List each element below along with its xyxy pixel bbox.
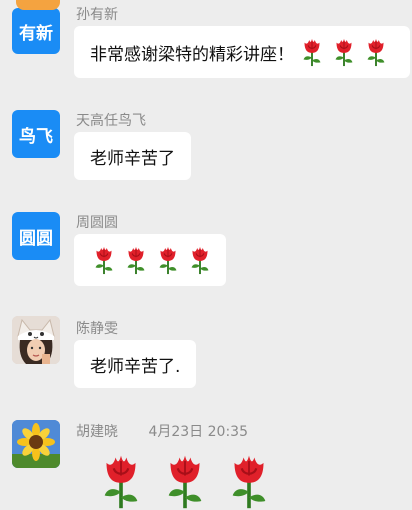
avatar[interactable]: 鸟飞 xyxy=(12,110,60,158)
rose-icon xyxy=(226,452,272,510)
rose-icon xyxy=(92,245,116,275)
sender-name: 孙有新 xyxy=(76,7,118,23)
message-bubble[interactable]: 老师辛苦了. xyxy=(74,340,197,388)
message-text: 老师辛苦了. xyxy=(90,356,181,377)
message-text: 非常感谢梁特的精彩讲座！ xyxy=(90,44,294,65)
rose-icon xyxy=(156,245,180,275)
rose-sticker-row xyxy=(92,245,212,275)
avatar[interactable] xyxy=(12,316,60,364)
rose-icon xyxy=(124,245,148,275)
avatar[interactable]: 圆圆 xyxy=(12,212,60,260)
avatar[interactable]: 有新 xyxy=(12,8,60,54)
decorative-badge-icon xyxy=(16,0,60,10)
sender-name: 陈静雯 xyxy=(76,321,118,337)
rose-icon xyxy=(188,245,212,275)
message-bubble[interactable]: 老师辛苦了 xyxy=(74,132,191,180)
avatar[interactable] xyxy=(12,420,60,468)
rose-sticker-row[interactable] xyxy=(98,452,290,510)
rose-sticker-row xyxy=(300,37,388,67)
avatar-text: 有新 xyxy=(19,23,53,44)
sender-name: 胡建晓 4月23日 20:35 xyxy=(76,421,248,441)
sender-name-text: 胡建晓 xyxy=(76,424,118,440)
message-bubble[interactable]: 非常感谢梁特的精彩讲座！ xyxy=(74,26,410,78)
message-bubble[interactable] xyxy=(74,234,226,286)
rose-icon xyxy=(364,37,388,67)
cat-hat-portrait xyxy=(12,316,60,364)
message-text: 老师辛苦了 xyxy=(90,148,175,169)
sunflower xyxy=(12,420,60,468)
rose-icon xyxy=(162,452,208,510)
rose-icon xyxy=(332,37,356,67)
rose-icon xyxy=(98,452,144,510)
sender-name: 天高任鸟飞 xyxy=(76,113,146,129)
message-timestamp: 4月23日 20:35 xyxy=(148,424,248,440)
avatar-text: 鸟飞 xyxy=(19,126,53,147)
rose-icon xyxy=(300,37,324,67)
sender-name: 周圆圆 xyxy=(76,215,118,231)
avatar-text: 圆圆 xyxy=(19,228,53,249)
